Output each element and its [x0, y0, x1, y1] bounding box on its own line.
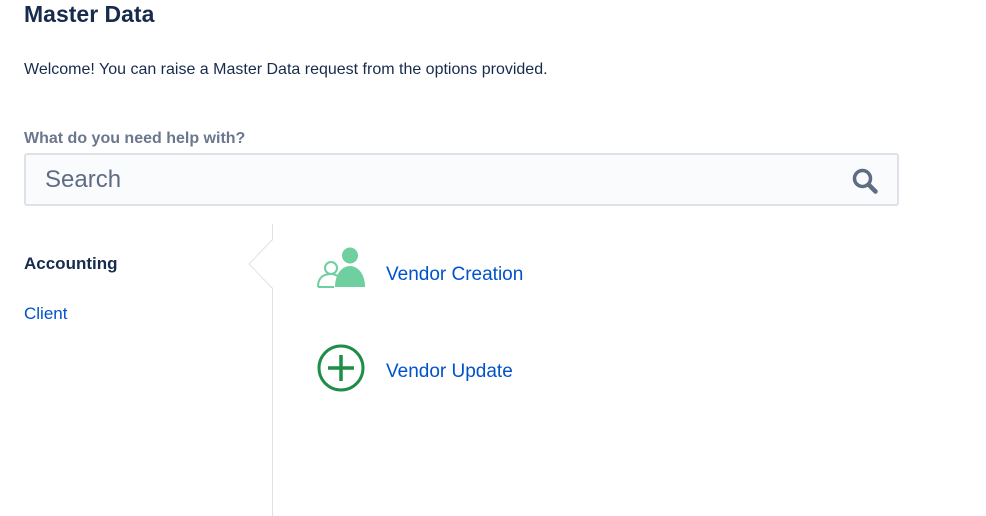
welcome-message: Welcome! You can raise a Master Data req… — [24, 61, 548, 78]
sidebar-item-accounting[interactable]: Accounting — [24, 253, 118, 275]
users-icon — [317, 247, 365, 288]
plus-circle-icon — [317, 344, 365, 392]
search-label: What do you need help with? — [24, 130, 246, 147]
search-input[interactable] — [26, 155, 826, 204]
request-label: Vendor Creation — [386, 264, 524, 285]
sidebar-item-client[interactable]: Client — [24, 303, 67, 325]
search-icon[interactable] — [851, 167, 879, 195]
request-label: Vendor Update — [386, 361, 513, 382]
request-type-vendor-update[interactable]: Vendor Update — [316, 343, 716, 393]
request-type-vendor-creation[interactable]: Vendor Creation — [316, 246, 716, 296]
page-title: Master Data — [24, 1, 155, 27]
active-category-pointer — [248, 239, 274, 289]
search-box — [24, 153, 899, 206]
